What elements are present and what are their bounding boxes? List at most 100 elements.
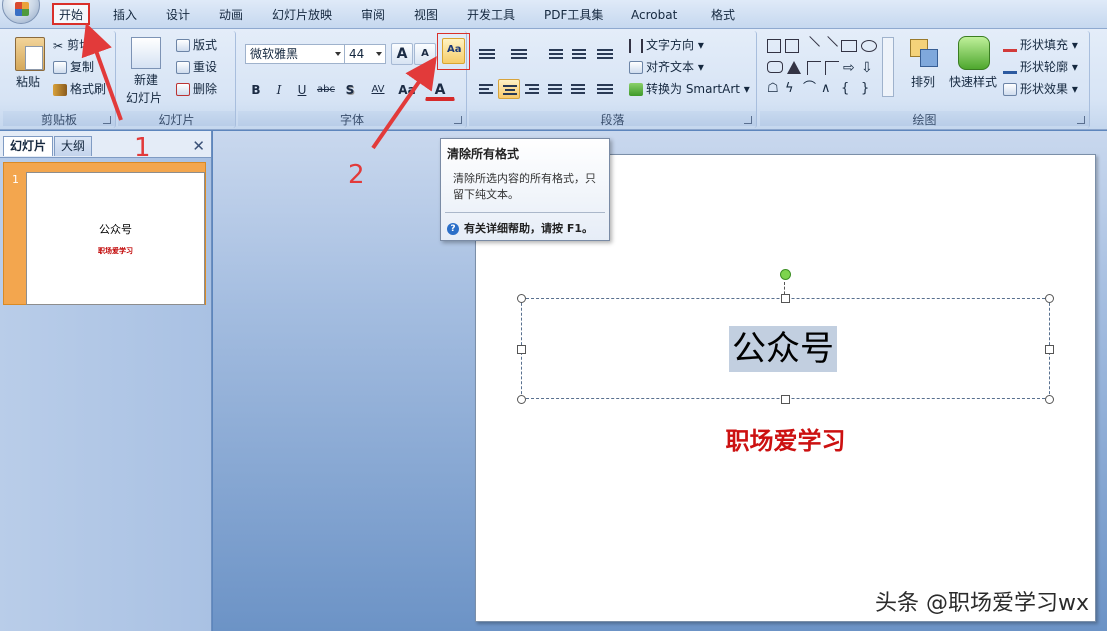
shrink-font-button[interactable]: A: [414, 43, 436, 65]
tab-view[interactable]: 视图: [414, 6, 438, 24]
elbow-shape-icon[interactable]: [807, 61, 821, 75]
tab-animations[interactable]: 动画: [219, 6, 243, 24]
new-slide-label-1[interactable]: 新建: [134, 71, 158, 88]
resize-handle-nw[interactable]: [517, 294, 526, 303]
clipboard-launcher[interactable]: [103, 116, 111, 124]
close-icon[interactable]: ✕: [192, 137, 205, 155]
delete-button[interactable]: 删除: [176, 80, 217, 97]
line-spacing-button[interactable]: [593, 44, 623, 64]
drawing-launcher[interactable]: [1077, 116, 1085, 124]
strikethrough-button[interactable]: abc: [315, 79, 337, 101]
resize-handle-e[interactable]: [1045, 345, 1054, 354]
resize-handle-sw[interactable]: [517, 395, 526, 404]
font-launcher[interactable]: [454, 116, 462, 124]
slide-subtitle-text[interactable]: 职场爱学习: [476, 421, 1095, 456]
tab-slideshow[interactable]: 幻灯片放映: [272, 6, 332, 24]
elbow-arrow-shape-icon[interactable]: [825, 61, 839, 75]
layout-button[interactable]: 版式: [176, 36, 217, 53]
curve-shape-icon[interactable]: ⌒: [803, 82, 817, 96]
align-text-button[interactable]: 对齐文本 ▾: [629, 58, 704, 75]
resize-handle-se[interactable]: [1045, 395, 1054, 404]
office-button[interactable]: [2, 0, 40, 24]
resize-handle-n[interactable]: [781, 294, 790, 303]
tab-format[interactable]: 格式: [711, 6, 735, 24]
change-case-button[interactable]: Aa: [394, 79, 420, 101]
triangle-shape-icon[interactable]: [787, 61, 801, 74]
char-spacing-button[interactable]: AV: [364, 79, 392, 101]
italic-button[interactable]: I: [268, 79, 290, 101]
increase-indent-button[interactable]: [568, 44, 590, 64]
bold-button[interactable]: B: [245, 79, 267, 101]
down-arrow-shape-icon[interactable]: ⇩: [861, 61, 875, 75]
paragraph-launcher[interactable]: [744, 116, 752, 124]
shadow-button[interactable]: S: [339, 79, 361, 101]
font-name-dropdown[interactable]: 微软雅黑: [245, 44, 345, 64]
oval-shape-icon[interactable]: [861, 40, 877, 52]
textbox-shape-icon[interactable]: [767, 39, 781, 53]
clear-formatting-highlight: [437, 33, 470, 70]
reset-button[interactable]: 重设: [176, 58, 217, 75]
format-painter-button[interactable]: 格式刷: [53, 80, 106, 97]
shapes-gallery-scroll[interactable]: [882, 37, 894, 97]
tab-review[interactable]: 审阅: [361, 6, 385, 24]
copy-button[interactable]: 复制: [53, 58, 94, 75]
justify-button[interactable]: [544, 79, 566, 99]
shape-fill-button[interactable]: 形状填充 ▾: [1003, 36, 1078, 53]
arrange-icon[interactable]: [908, 37, 940, 69]
align-left-button[interactable]: [475, 79, 497, 99]
bullets-button[interactable]: [475, 44, 505, 64]
freeform-shape-icon[interactable]: ☖: [767, 82, 781, 96]
chevron-down-icon: [376, 52, 382, 56]
slide-thumbnail-selected[interactable]: 1 公众号 职场爱学习: [3, 162, 206, 305]
rotation-handle[interactable]: [780, 269, 791, 280]
resize-handle-ne[interactable]: [1045, 294, 1054, 303]
columns-button[interactable]: [593, 79, 623, 99]
right-arrow-shape-icon[interactable]: ⇨: [843, 61, 857, 75]
paste-icon[interactable]: [15, 37, 45, 71]
tooltip-title: 清除所有格式: [447, 147, 520, 161]
paste-button[interactable]: 粘贴: [16, 73, 40, 90]
font-size-dropdown[interactable]: 44: [344, 44, 386, 64]
distributed-button[interactable]: [567, 79, 589, 99]
tab-slides-pane[interactable]: 幻灯片: [3, 136, 54, 156]
text-direction-button[interactable]: 文字方向 ▾: [629, 36, 704, 53]
tab-developer[interactable]: 开发工具: [467, 6, 515, 24]
tooltip-separator: [445, 212, 605, 213]
lightning-shape-icon[interactable]: ϟ: [785, 82, 799, 96]
shape-outline-button[interactable]: 形状轮廓 ▾: [1003, 58, 1078, 75]
vertical-textbox-shape-icon[interactable]: [785, 39, 799, 53]
resize-handle-w[interactable]: [517, 345, 526, 354]
convert-smartart-button[interactable]: 转换为 SmartArt ▾: [629, 80, 750, 97]
rounded-rect-shape-icon[interactable]: [767, 61, 783, 73]
align-center-button[interactable]: [498, 79, 520, 99]
tab-outline-pane[interactable]: 大纲: [54, 136, 93, 156]
right-brace-shape-icon[interactable]: }: [861, 82, 875, 96]
shapes-gallery[interactable]: ⇨ ⇩ ☖ ϟ ⌒ ∧ { }: [765, 36, 895, 97]
arrow-line-shape-icon[interactable]: [818, 36, 838, 56]
new-slide-label-2[interactable]: 幻灯片: [126, 89, 162, 106]
tab-acrobat[interactable]: Acrobat: [631, 6, 677, 24]
line-shape-icon[interactable]: [800, 36, 820, 56]
resize-handle-s[interactable]: [781, 395, 790, 404]
quick-styles-icon[interactable]: [958, 36, 990, 70]
arc-shape-icon[interactable]: ∧: [821, 82, 835, 96]
rectangle-shape-icon[interactable]: [841, 40, 857, 52]
decrease-indent-button[interactable]: [545, 44, 567, 64]
shape-effects-button[interactable]: 形状效果 ▾: [1003, 80, 1078, 97]
cut-button[interactable]: ✂ 剪切: [53, 36, 91, 53]
slide-thumbnail[interactable]: 公众号 职场爱学习: [26, 172, 205, 305]
left-brace-shape-icon[interactable]: {: [841, 82, 855, 96]
grow-font-button[interactable]: A: [391, 43, 413, 65]
slide-title-text[interactable]: 公众号: [729, 326, 837, 372]
underline-button[interactable]: U: [291, 79, 313, 101]
align-right-button[interactable]: [521, 79, 543, 99]
font-color-button[interactable]: A: [425, 79, 455, 101]
tab-pdf-tools[interactable]: PDF工具集: [544, 6, 603, 24]
tab-insert[interactable]: 插入: [113, 6, 137, 24]
tab-design[interactable]: 设计: [166, 6, 190, 24]
tab-home[interactable]: 开始: [52, 3, 91, 25]
new-slide-icon[interactable]: [131, 37, 161, 69]
quick-styles-button[interactable]: 快速样式: [949, 73, 997, 90]
numbering-button[interactable]: [507, 44, 537, 64]
arrange-button[interactable]: 排列: [911, 73, 935, 90]
